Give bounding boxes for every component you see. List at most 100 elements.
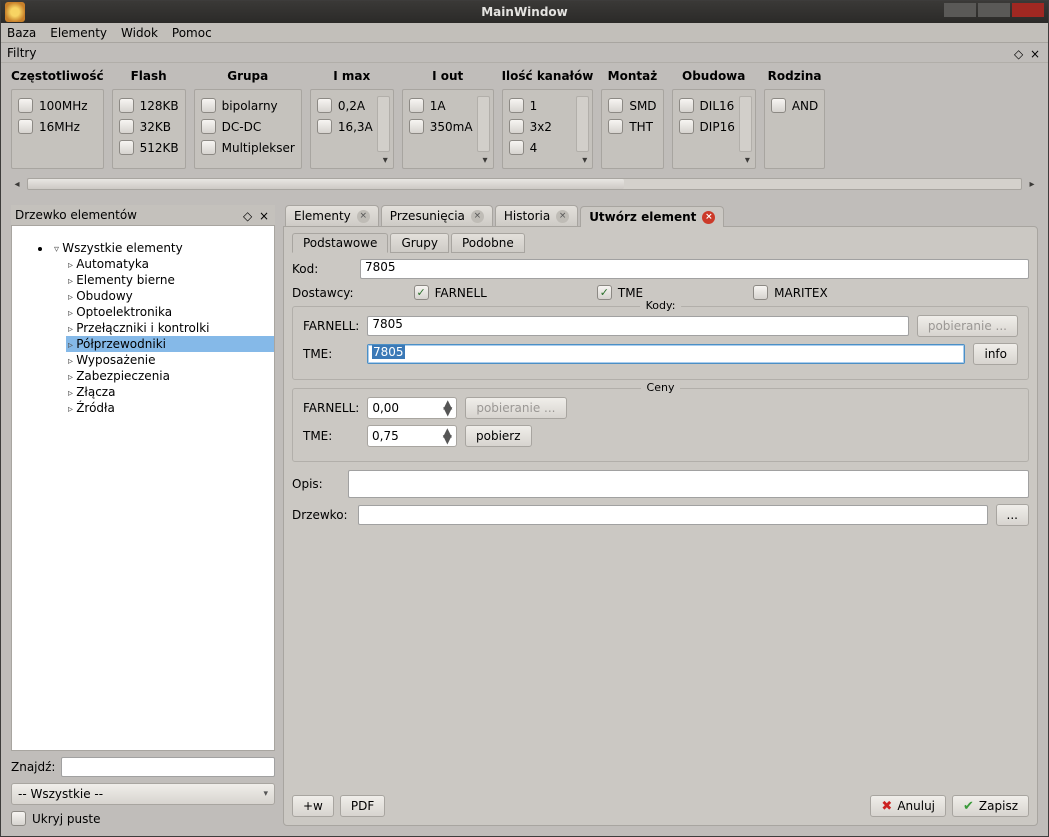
save-button[interactable]: ✔Zapisz xyxy=(952,795,1029,817)
tree-item[interactable]: Złącza xyxy=(66,384,274,400)
tree-item[interactable]: Obudowy xyxy=(66,288,274,304)
hide-empty-checkbox[interactable] xyxy=(11,811,26,826)
tree-item[interactable]: Optoelektronika xyxy=(66,304,274,320)
filter-checkbox[interactable] xyxy=(679,119,694,134)
farnell-code-input[interactable]: 7805 xyxy=(367,316,909,336)
tree-float-icon[interactable]: ◇ xyxy=(243,209,255,221)
filter-scrollbar[interactable] xyxy=(477,96,490,152)
filter-checkbox[interactable] xyxy=(509,140,524,155)
filter-checkbox[interactable] xyxy=(608,98,623,113)
spin-down-icon[interactable]: ▼ xyxy=(443,436,452,443)
tme-code-input[interactable]: 7805 xyxy=(367,344,965,364)
filter-scrollbar[interactable] xyxy=(576,96,589,152)
tab[interactable]: Utwórz element× xyxy=(580,206,724,227)
maximize-button[interactable] xyxy=(978,3,1010,17)
filter-option-label: 512KB xyxy=(140,141,179,155)
pdf-button[interactable]: PDF xyxy=(340,795,385,817)
tab-close-icon[interactable]: × xyxy=(471,210,484,223)
filter-checkbox[interactable] xyxy=(608,119,623,134)
tree-close-icon[interactable]: × xyxy=(259,209,271,221)
filter-checkbox[interactable] xyxy=(409,98,424,113)
tree-view[interactable]: Wszystkie elementyAutomatykaElementy bie… xyxy=(11,225,275,751)
filter-scrollbar[interactable] xyxy=(377,96,390,152)
tree-item[interactable]: Wyposażenie xyxy=(66,352,274,368)
find-input[interactable] xyxy=(61,757,275,777)
filter-checkbox[interactable] xyxy=(317,119,332,134)
supplier-checkbox[interactable]: ✓ xyxy=(597,285,612,300)
desc-input[interactable] xyxy=(348,470,1029,498)
supplier-checkbox[interactable]: ✓ xyxy=(414,285,429,300)
menu-elementy[interactable]: Elementy xyxy=(50,26,107,40)
filter-checkbox[interactable] xyxy=(201,98,216,113)
filter-checkbox[interactable] xyxy=(18,119,33,134)
tree-item[interactable]: Zabezpieczenia xyxy=(66,368,274,384)
filter-checkbox[interactable] xyxy=(317,98,332,113)
tree-item[interactable]: Przełączniki i kontrolki xyxy=(66,320,274,336)
dock-close-icon[interactable]: × xyxy=(1030,47,1042,59)
filter-checkbox[interactable] xyxy=(509,119,524,134)
scroll-left-icon[interactable]: ◂ xyxy=(11,179,23,190)
supplier-label: FARNELL xyxy=(435,286,487,300)
treepath-browse-button[interactable]: ... xyxy=(996,504,1029,526)
cancel-button[interactable]: ✖Anuluj xyxy=(870,795,946,817)
tme-price-fetch-button[interactable]: pobierz xyxy=(465,425,532,447)
dock-float-icon[interactable]: ◇ xyxy=(1014,47,1026,59)
farnell-price-label: FARNELL: xyxy=(303,401,359,415)
close-button[interactable] xyxy=(1012,3,1044,17)
farnell-price-spin[interactable]: 0,00 ▲▼ xyxy=(367,397,457,419)
tree-item[interactable]: Automatyka xyxy=(66,256,274,272)
tme-price-spin[interactable]: 0,75 ▲▼ xyxy=(367,425,457,447)
supplier-checkbox[interactable] xyxy=(753,285,768,300)
filter-checkbox[interactable] xyxy=(771,98,786,113)
subtab[interactable]: Podstawowe xyxy=(292,233,388,253)
spin-down-icon[interactable]: ▼ xyxy=(443,408,452,415)
tab-close-icon[interactable]: × xyxy=(556,210,569,223)
filter-checkbox[interactable] xyxy=(201,140,216,155)
scroll-right-icon[interactable]: ▸ xyxy=(1026,179,1038,190)
tme-code-label: TME: xyxy=(303,347,359,361)
filter-checkbox[interactable] xyxy=(18,98,33,113)
tab[interactable]: Elementy× xyxy=(285,205,379,226)
tab-close-icon[interactable]: × xyxy=(702,211,715,224)
menu-baza[interactable]: Baza xyxy=(7,26,36,40)
tree-item[interactable]: Źródła xyxy=(66,400,274,416)
filter-checkbox[interactable] xyxy=(119,119,134,134)
filter-option-label: 16MHz xyxy=(39,120,80,134)
farnell-price-fetch-button[interactable]: pobieranie ... xyxy=(465,397,566,419)
filter-combo[interactable]: -- Wszystkie -- ▾ xyxy=(11,783,275,805)
tree-item[interactable]: Elementy bierne xyxy=(66,272,274,288)
plus-w-button[interactable]: +w xyxy=(292,795,334,817)
filter-option-label: 128KB xyxy=(140,99,179,113)
filter-box: 1A350mA▾ xyxy=(402,89,494,169)
chevron-down-icon[interactable]: ▾ xyxy=(383,155,388,166)
chevron-down-icon[interactable]: ▾ xyxy=(483,155,488,166)
farnell-fetch-button[interactable]: pobieranie ... xyxy=(917,315,1018,337)
filter-option-label: 16,3A xyxy=(338,120,373,134)
menu-widok[interactable]: Widok xyxy=(121,26,158,40)
filters-hscroll[interactable]: ◂ ▸ xyxy=(11,177,1038,191)
kod-input[interactable]: 7805 xyxy=(360,259,1029,279)
minimize-button[interactable] xyxy=(944,3,976,17)
filter-checkbox[interactable] xyxy=(119,140,134,155)
tab[interactable]: Przesunięcia× xyxy=(381,205,493,226)
farnell-code-label: FARNELL: xyxy=(303,319,359,333)
filter-option-label: SMD xyxy=(629,99,656,113)
tree-root-item[interactable]: Wszystkie elementy xyxy=(52,240,274,256)
chevron-down-icon[interactable]: ▾ xyxy=(745,155,750,166)
tab-close-icon[interactable]: × xyxy=(357,210,370,223)
menu-pomoc[interactable]: Pomoc xyxy=(172,26,212,40)
tme-info-button[interactable]: info xyxy=(973,343,1018,365)
filter-checkbox[interactable] xyxy=(409,119,424,134)
subtab[interactable]: Podobne xyxy=(451,233,525,253)
tree-item[interactable]: Półprzewodniki xyxy=(66,336,274,352)
filter-checkbox[interactable] xyxy=(509,98,524,113)
tab[interactable]: Historia× xyxy=(495,205,578,226)
filter-scrollbar[interactable] xyxy=(739,96,752,152)
treepath-input[interactable] xyxy=(358,505,988,525)
filter-checkbox[interactable] xyxy=(679,98,694,113)
subtab[interactable]: Grupy xyxy=(390,233,449,253)
filter-checkbox[interactable] xyxy=(119,98,134,113)
filter-checkbox[interactable] xyxy=(201,119,216,134)
treepath-label: Drzewko: xyxy=(292,508,350,522)
chevron-down-icon[interactable]: ▾ xyxy=(582,155,587,166)
